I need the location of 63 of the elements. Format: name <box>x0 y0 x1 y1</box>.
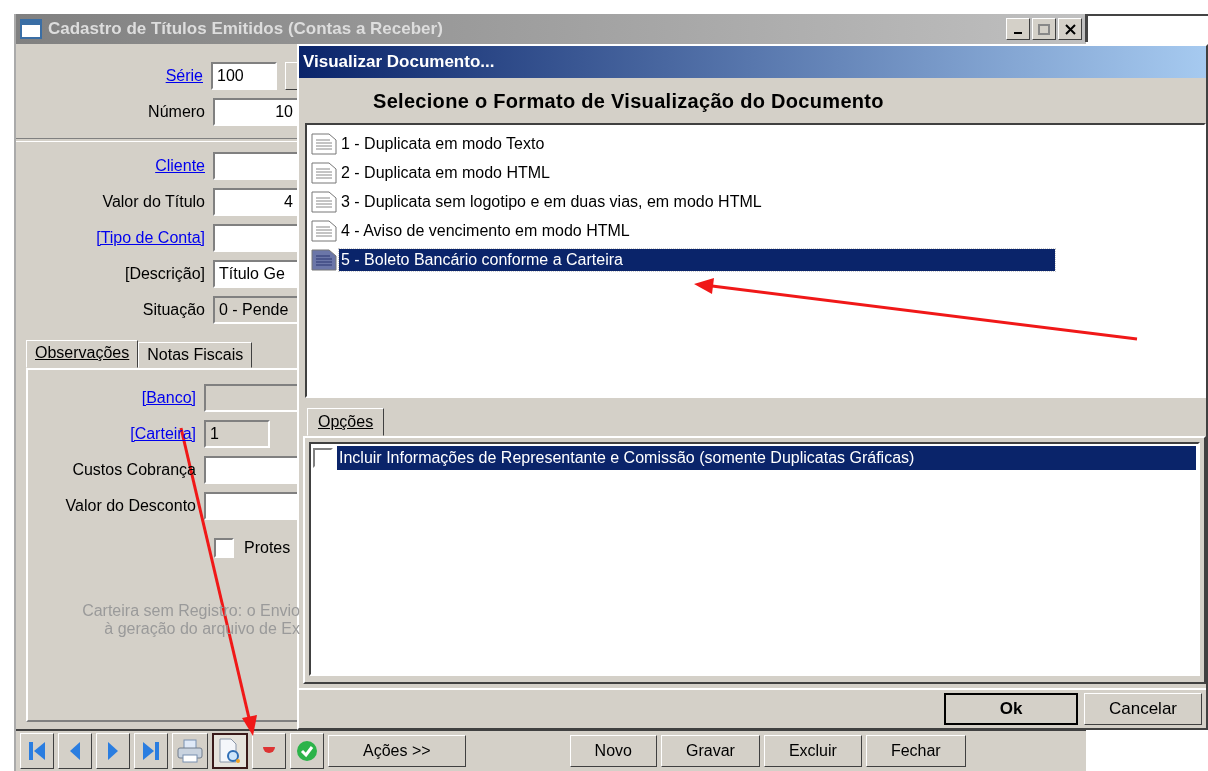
field-link[interactable]: Série <box>16 67 203 85</box>
field-link[interactable]: Cliente <box>16 157 205 175</box>
close-icon <box>1064 23 1076 35</box>
cancel-button[interactable] <box>252 733 286 769</box>
next-icon <box>106 740 120 762</box>
printer-icon <box>177 739 203 763</box>
input-field[interactable]: 4 <box>213 188 299 216</box>
toolbar-button[interactable]: Gravar <box>660 735 760 767</box>
document-icon <box>311 190 337 213</box>
format-item[interactable]: 1 - Duplicata em modo Texto <box>311 129 1200 158</box>
format-item[interactable]: 3 - Duplicata sem logotipo e em duas vias, em modo HTML <box>311 187 1200 216</box>
tab[interactable]: Notas Fiscais <box>138 342 253 368</box>
toolbar-button[interactable]: Excluir <box>763 735 862 767</box>
document-icon <box>311 248 337 271</box>
input-field[interactable]: 10 <box>213 98 299 126</box>
toolbar-button[interactable]: Novo <box>569 735 657 767</box>
toolbar-button[interactable]: Fechar <box>865 735 966 767</box>
last-button[interactable] <box>134 733 168 769</box>
dialog-heading: Selecione o Formato de Visualização do Documento <box>372 89 885 114</box>
tab[interactable]: Observações <box>26 340 139 368</box>
checkbox-label: Protes <box>244 539 291 557</box>
toolbar-button[interactable]: Ações >> <box>328 735 466 767</box>
option-item[interactable]: Incluir Informações de Representante e Comissão (somente Duplicatas Gráficas) <box>337 446 1196 470</box>
ok-button[interactable]: Ok <box>944 693 1078 725</box>
dialog-title: Visualizar Documento... <box>303 52 495 72</box>
format-item[interactable]: 4 - Aviso de vencimento em modo HTML <box>311 216 1200 245</box>
previous-icon <box>68 740 82 762</box>
minimize-button[interactable] <box>1006 18 1030 40</box>
input-field[interactable] <box>213 224 299 252</box>
first-button[interactable] <box>20 733 54 769</box>
cancel-button[interactable]: Cancelar <box>1084 693 1202 725</box>
last-record-icon <box>141 740 161 762</box>
print-button[interactable] <box>172 733 208 769</box>
input-field[interactable] <box>1085 14 1208 42</box>
prev-button[interactable] <box>58 733 92 769</box>
document-icon <box>311 132 337 155</box>
input-field[interactable]: Título Ge <box>213 260 299 288</box>
minimize-icon <box>1014 32 1022 34</box>
field-label: Valor do Título <box>101 193 205 211</box>
window-title: Cadastro de Títulos Emitidos (Contas a Receber) <box>48 19 443 39</box>
field-label: [Descrição] <box>123 265 205 283</box>
cancel-icon <box>262 746 276 756</box>
close-button[interactable] <box>1058 18 1082 40</box>
first-record-icon <box>27 740 47 762</box>
field-label: Número <box>147 103 205 121</box>
format-item[interactable]: 2 - Duplicata em modo HTML <box>311 158 1200 187</box>
maximize-icon <box>1038 23 1050 35</box>
window-icon <box>20 18 42 40</box>
field-label: Valor do Desconto <box>64 497 196 515</box>
input-field[interactable]: 100 <box>211 62 277 90</box>
preview-button[interactable] <box>212 733 248 769</box>
checkbox[interactable] <box>214 538 234 558</box>
field-link[interactable]: [Tipo de Conta] <box>16 229 205 247</box>
document-icon <box>311 219 337 242</box>
document-icon <box>311 161 337 184</box>
check-icon <box>296 740 318 762</box>
next-button[interactable] <box>96 733 130 769</box>
print-preview-icon <box>218 738 242 764</box>
maximize-button[interactable] <box>1032 18 1056 40</box>
tab[interactable]: Opções <box>307 408 385 436</box>
field-label: Situação <box>141 301 205 319</box>
confirm-button[interactable] <box>290 733 324 769</box>
input-field[interactable] <box>213 152 299 180</box>
